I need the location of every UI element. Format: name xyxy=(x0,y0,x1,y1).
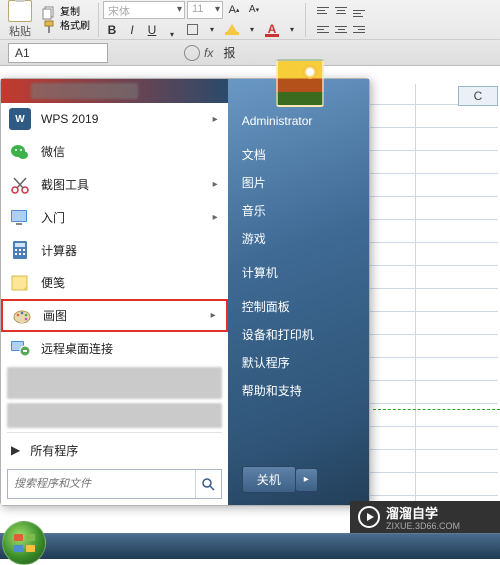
column-header-c[interactable]: C xyxy=(458,86,498,106)
remote-desktop-icon xyxy=(9,337,31,359)
formula-input[interactable]: 报 xyxy=(223,44,235,61)
search-icon[interactable] xyxy=(195,470,221,498)
border-icon xyxy=(187,24,198,35)
cancel-icon[interactable] xyxy=(184,45,200,61)
sidebar-item-sticky-notes[interactable]: 便笺 xyxy=(1,267,228,300)
paste-label: 粘贴 xyxy=(9,23,31,39)
fx-label[interactable]: fx xyxy=(204,46,213,60)
chevron-right-icon: ▶ xyxy=(11,443,20,457)
sidebar-item-getting-started[interactable]: 入门 ▸ xyxy=(1,201,228,234)
play-icon xyxy=(358,506,380,528)
right-item-control-panel[interactable]: 控制面板 xyxy=(242,293,359,321)
right-item-documents[interactable]: 文档 xyxy=(242,141,359,169)
right-item-music[interactable]: 音乐 xyxy=(242,197,359,225)
chevron-right-icon: ▸ xyxy=(213,212,218,223)
underline-button[interactable]: U xyxy=(143,21,161,39)
windows-logo-icon xyxy=(13,534,35,552)
search-box[interactable] xyxy=(7,469,222,499)
align-left-button[interactable] xyxy=(314,20,332,38)
chevron-right-icon: ▸ xyxy=(211,310,216,321)
clipboard-icon xyxy=(8,0,32,22)
separator xyxy=(7,432,222,433)
bucket-icon xyxy=(227,24,237,32)
decrease-font-button[interactable]: A▾ xyxy=(245,1,263,19)
format-painter-button[interactable]: 格式刷 xyxy=(40,20,94,34)
page-break-line xyxy=(373,409,500,410)
shutdown-options-button[interactable]: ▸ xyxy=(296,468,318,492)
right-item-devices-printers[interactable]: 设备和打印机 xyxy=(242,321,359,349)
align-center-button[interactable] xyxy=(332,20,350,38)
font-group: 宋体▾ 11▾ A▴ A▾ B I U ▾ ▾ ▾ A ▾ xyxy=(103,1,301,39)
name-box[interactable]: A1 xyxy=(8,43,108,63)
font-size-combo[interactable]: 11▾ xyxy=(187,1,223,19)
right-item-administrator[interactable]: Administrator xyxy=(242,107,359,135)
start-menu-right-pane: Administrator 文档 图片 音乐 游戏 计算机 控制面板 设备和打印… xyxy=(228,79,369,505)
font-color-dropdown[interactable]: ▾ xyxy=(283,21,301,39)
copy-button[interactable]: 复制 xyxy=(40,6,94,20)
fill-color-button[interactable] xyxy=(223,21,241,39)
ribbon-toolbar: 粘贴 复制 格式刷 宋体▾ 11▾ A▴ A▾ B I U ▾ ▾ ▾ A xyxy=(0,0,500,40)
calculator-icon xyxy=(9,239,31,261)
formula-bar-row: A1 fx 报 xyxy=(0,40,500,66)
getting-started-icon xyxy=(9,206,31,228)
brush-icon xyxy=(42,20,56,34)
all-programs-button[interactable]: ▶ 所有程序 xyxy=(1,435,228,465)
sidebar-item-wechat[interactable]: 微信 xyxy=(1,136,228,169)
right-item-computer[interactable]: 计算机 xyxy=(242,259,359,287)
blurred-item[interactable] xyxy=(7,403,222,429)
separator xyxy=(305,3,306,37)
fill-color-dropdown[interactable]: ▾ xyxy=(243,21,261,39)
watermark-main: 溜溜自学 xyxy=(386,503,460,522)
border-dropdown[interactable]: ▾ xyxy=(203,21,221,39)
sidebar-item-paint[interactable]: 画图 ▸ xyxy=(1,299,228,332)
sidebar-item-calculator[interactable]: 计算器 xyxy=(1,234,228,267)
right-item-help[interactable]: 帮助和支持 xyxy=(242,377,359,405)
start-button[interactable] xyxy=(2,521,46,565)
right-item-games[interactable]: 游戏 xyxy=(242,225,359,253)
right-item-default-programs[interactable]: 默认程序 xyxy=(242,349,359,377)
sidebar-item-rdp[interactable]: 远程桌面连接 xyxy=(1,332,228,365)
bold-button[interactable]: B xyxy=(103,21,121,39)
alignment-group xyxy=(310,1,368,38)
blurred-item[interactable] xyxy=(7,367,222,399)
start-menu: W WPS 2019 ▸ 微信 截图工具 ▸ 入门 ▸ 计算器 便笺 画图 xyxy=(0,78,370,506)
font-color-button[interactable]: A xyxy=(263,21,281,39)
user-account-picture[interactable] xyxy=(276,59,324,107)
scissors-icon xyxy=(9,174,31,196)
start-menu-left-pane: W WPS 2019 ▸ 微信 截图工具 ▸ 入门 ▸ 计算器 便笺 画图 xyxy=(1,79,228,505)
align-top-button[interactable] xyxy=(314,1,332,19)
paint-icon xyxy=(11,305,33,327)
separator xyxy=(98,3,99,37)
copy-icon xyxy=(42,6,56,20)
user-band xyxy=(1,79,228,103)
align-middle-button[interactable] xyxy=(332,1,350,19)
align-bottom-button[interactable] xyxy=(350,1,368,19)
right-item-pictures[interactable]: 图片 xyxy=(242,169,359,197)
font-name-combo[interactable]: 宋体▾ xyxy=(103,1,185,19)
watermark: 溜溜自学 ZIXUE.3D66.COM xyxy=(350,501,500,533)
sticky-note-icon xyxy=(9,272,31,294)
chevron-right-icon: ▸ xyxy=(213,179,218,190)
chevron-right-icon: ▸ xyxy=(213,114,218,125)
search-input[interactable] xyxy=(8,474,195,494)
clipboard-small-buttons: 复制 格式刷 xyxy=(40,6,94,34)
taskbar[interactable] xyxy=(0,533,500,559)
wechat-icon xyxy=(9,141,31,163)
sidebar-item-wps[interactable]: W WPS 2019 ▸ xyxy=(1,103,228,136)
italic-button[interactable]: I xyxy=(123,21,141,39)
increase-font-button[interactable]: A▴ xyxy=(225,1,243,19)
watermark-sub: ZIXUE.3D66.COM xyxy=(386,522,460,531)
sidebar-item-snip[interactable]: 截图工具 ▸ xyxy=(1,168,228,201)
align-right-button[interactable] xyxy=(350,20,368,38)
paste-group[interactable]: 粘贴 xyxy=(4,0,36,39)
border-button[interactable] xyxy=(183,21,201,39)
underline-dropdown[interactable]: ▾ xyxy=(163,21,181,39)
wps-icon: W xyxy=(9,108,31,130)
shutdown-button[interactable]: 关机 xyxy=(242,466,296,493)
